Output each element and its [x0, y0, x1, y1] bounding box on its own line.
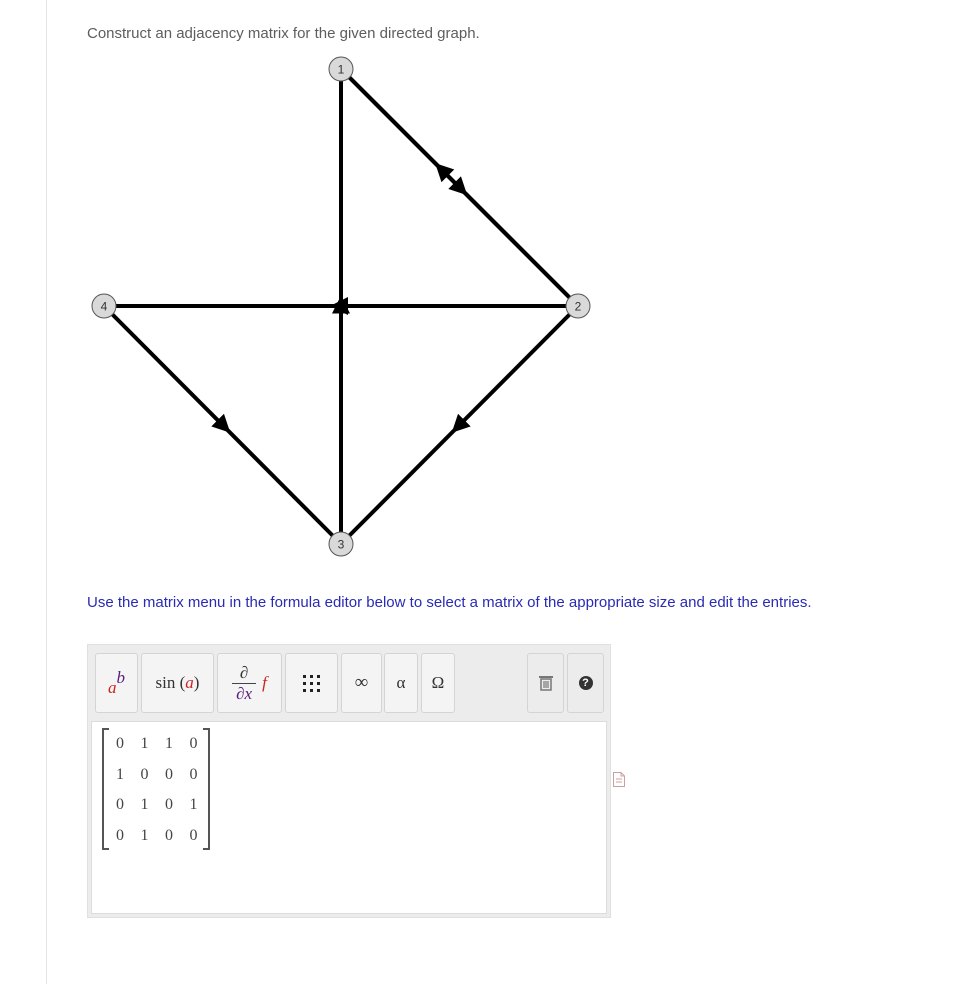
- formula-toolbar: ab sin (a) ∂ ∂x f ∞ α Ω ?: [88, 645, 610, 721]
- edge-arrowhead: [451, 413, 471, 433]
- math-input-area[interactable]: 0110100001010100: [91, 721, 607, 914]
- matrix-cell[interactable]: 0: [157, 791, 181, 819]
- matrix-cell[interactable]: 0: [108, 791, 132, 819]
- matrix-cell[interactable]: 0: [157, 761, 181, 789]
- graph-edge: [339, 67, 580, 308]
- graph-node: 3: [328, 531, 354, 557]
- superscript-button[interactable]: ab: [95, 653, 138, 713]
- matrix-cell[interactable]: 0: [108, 730, 132, 758]
- matrix-cell[interactable]: 0: [157, 822, 181, 850]
- derivative-function: f: [262, 673, 267, 692]
- matrix-cell[interactable]: 1: [133, 822, 157, 850]
- matrix-cell[interactable]: 1: [157, 730, 181, 758]
- matrix-cell[interactable]: 0: [182, 761, 206, 789]
- formula-editor: ab sin (a) ∂ ∂x f ∞ α Ω ? 0 1 1 0 1 0 0 …: [87, 644, 611, 918]
- superscript-exponent: b: [116, 668, 126, 687]
- trig-fn: sin: [155, 673, 176, 692]
- help-button[interactable]: ?: [567, 653, 604, 713]
- adjacency-matrix[interactable]: 0110100001010100: [102, 728, 210, 850]
- trig-button[interactable]: sin (a): [141, 653, 214, 713]
- graph-node: 2: [565, 293, 591, 319]
- greek-button[interactable]: α: [384, 653, 418, 713]
- graph-node-label: 3: [338, 538, 345, 552]
- matrix-cell[interactable]: 0: [182, 730, 206, 758]
- edge-arrowhead: [211, 413, 231, 433]
- matrix-cell[interactable]: 1: [182, 791, 206, 819]
- edge-arrowhead: [435, 163, 455, 183]
- trash-icon: [538, 676, 553, 691]
- matrix-button[interactable]: [285, 653, 338, 713]
- graph-node: 1: [328, 56, 354, 82]
- directed-graph: 1 2 3 4: [91, 56, 591, 557]
- alpha-icon: α: [396, 673, 406, 692]
- infinity-icon: ∞: [354, 672, 369, 693]
- instruction-text: Use the matrix menu in the formula edito…: [87, 594, 812, 611]
- trig-arg: a: [185, 673, 194, 692]
- matrix-cell[interactable]: 1: [108, 761, 132, 789]
- graph-node-label: 1: [338, 63, 345, 77]
- help-icon: ?: [578, 676, 593, 690]
- graph-node-label: 2: [575, 300, 582, 314]
- derivative-denominator: ∂x: [236, 683, 253, 703]
- omega-icon: Ω: [431, 673, 445, 692]
- grid-icon: [302, 675, 320, 692]
- document-icon[interactable]: [613, 772, 625, 787]
- symbols-button[interactable]: Ω: [421, 653, 455, 713]
- matrix-cell[interactable]: 1: [133, 730, 157, 758]
- graph-node-label: 4: [101, 300, 108, 314]
- infinity-button[interactable]: ∞: [341, 653, 382, 713]
- matrix-cell[interactable]: 1: [133, 791, 157, 819]
- derivative-button[interactable]: ∂ ∂x f: [217, 653, 282, 713]
- matrix-cell[interactable]: 0: [108, 822, 132, 850]
- superscript-base: a: [108, 678, 117, 697]
- matrix-cell[interactable]: 0: [182, 822, 206, 850]
- matrix-cell[interactable]: 0: [133, 761, 157, 789]
- derivative-numerator: ∂: [239, 662, 249, 682]
- delete-button[interactable]: [527, 653, 564, 713]
- graph-node: 4: [91, 293, 117, 319]
